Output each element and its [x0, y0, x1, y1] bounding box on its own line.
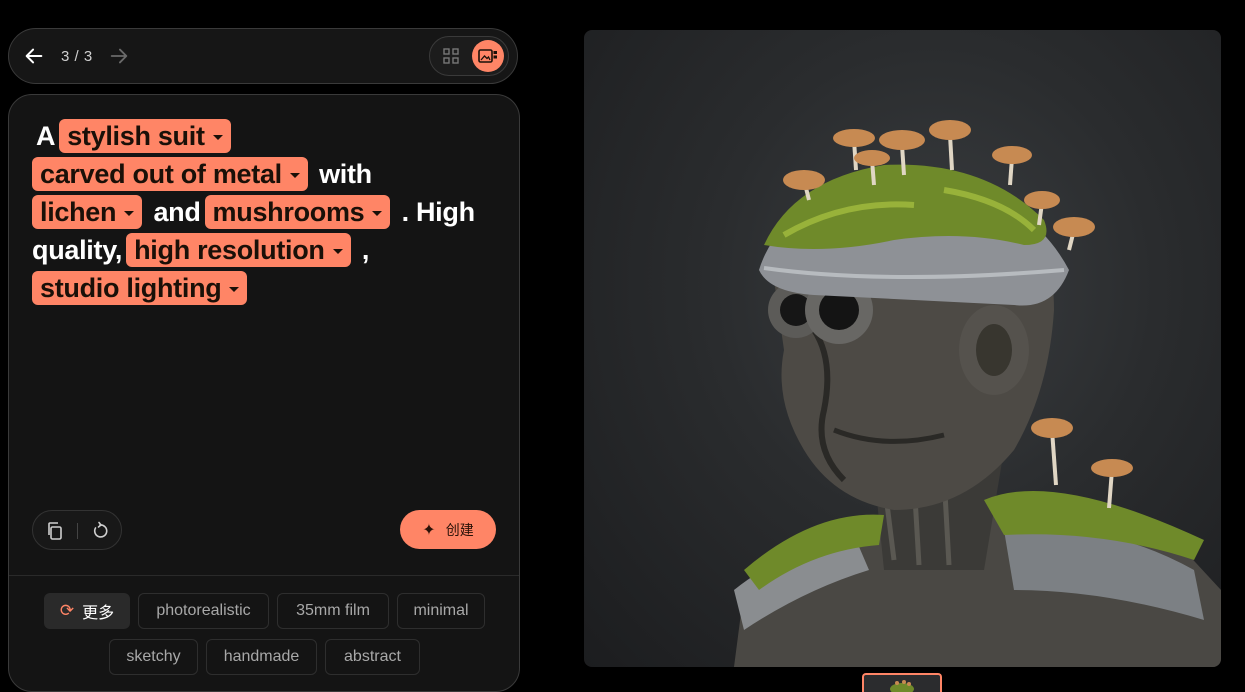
chip-label: mushrooms [212, 197, 365, 227]
grid-icon [443, 48, 459, 64]
view-toggle [429, 36, 509, 76]
prompt-chip-stylish-suit[interactable]: stylish suit [59, 119, 231, 153]
single-view-button[interactable] [472, 40, 504, 72]
style-tag[interactable]: photorealistic [138, 593, 269, 629]
caret-down-icon [229, 287, 240, 293]
chip-label: studio lighting [40, 273, 222, 303]
navigation-bar: 3 / 3 [8, 28, 518, 84]
prompt-text: Astylish suit carved out of metal with l… [32, 117, 502, 307]
style-tag[interactable]: sketchy [109, 639, 198, 675]
prompt-chip-carved-out-of-metal[interactable]: carved out of metal [32, 157, 308, 191]
style-tag[interactable]: minimal [397, 593, 485, 629]
prompt-word: A [36, 121, 56, 151]
metal-figure-illustration [734, 120, 1221, 667]
create-button[interactable]: ✦ 创建 [400, 510, 496, 549]
caret-down-icon [289, 173, 300, 179]
thumbnail-preview [890, 680, 914, 692]
chip-label: high resolution [134, 235, 325, 265]
prompt-chip-studio-lighting[interactable]: studio lighting [32, 271, 248, 305]
divider [9, 575, 519, 576]
caret-down-icon [332, 249, 343, 255]
image-view-icon [478, 49, 497, 63]
generated-image [584, 30, 1221, 667]
prompt-word: , [361, 235, 370, 265]
arrow-left-icon[interactable] [23, 45, 45, 67]
prompt-chip-lichen[interactable]: lichen [32, 195, 143, 229]
style-tag[interactable]: abstract [325, 639, 420, 675]
grid-view-button[interactable] [436, 41, 466, 71]
more-label: 更多 [82, 605, 115, 622]
refresh-icon[interactable] [90, 521, 110, 541]
style-tag[interactable]: 35mm film [277, 593, 389, 629]
create-label: 创建 [445, 521, 474, 538]
refresh-icon: ⟳ [59, 601, 75, 620]
divider [77, 523, 78, 539]
arrow-right-icon[interactable] [108, 45, 130, 67]
more-button[interactable]: ⟳ 更多 [44, 593, 130, 629]
prompt-word: and [153, 197, 201, 227]
prompt-tools [32, 510, 122, 550]
chip-label: stylish suit [67, 121, 205, 151]
prompt-panel: Astylish suit carved out of metal with l… [8, 94, 520, 692]
prompt-chip-high-resolution[interactable]: high resolution [126, 233, 351, 267]
sparkle-icon: ✦ [422, 521, 436, 539]
chip-label: carved out of metal [40, 159, 282, 189]
caret-down-icon [212, 135, 223, 141]
caret-down-icon [124, 211, 135, 217]
image-thumbnail[interactable] [862, 673, 942, 692]
chip-label: lichen [40, 197, 117, 227]
prompt-word: with [319, 159, 372, 189]
prompt-chip-mushrooms[interactable]: mushrooms [204, 195, 391, 229]
caret-down-icon [372, 211, 383, 217]
copy-icon[interactable] [45, 521, 65, 541]
page-counter: 3 / 3 [61, 48, 93, 65]
style-tag[interactable]: handmade [206, 639, 317, 675]
